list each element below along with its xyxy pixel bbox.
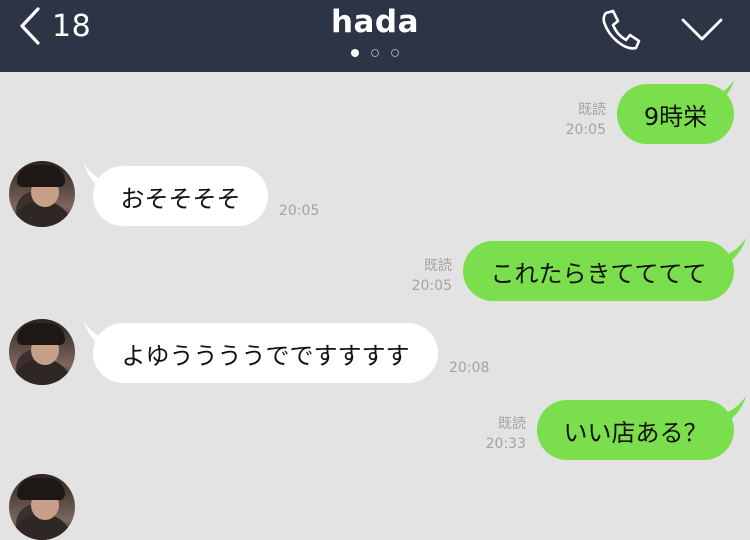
avatar[interactable] [9,474,75,540]
message-time: 20:08 [449,360,490,376]
message-time: 20:05 [565,122,606,138]
message-time: 20:05 [411,278,452,294]
page-indicator [351,49,399,57]
message-meta: 既読 20:05 [386,256,452,296]
read-receipt: 既読 [578,102,606,118]
read-receipt: 既読 [498,416,526,432]
menu-toggle-button[interactable] [680,15,724,49]
message-meta: 既読 20:33 [460,414,526,454]
read-receipt: 既読 [424,258,452,274]
avatar[interactable] [9,319,75,385]
message-bubble[interactable]: よゆううううでですすすす [93,323,438,383]
message-text: これたらきてててて [490,259,707,288]
message-bubble[interactable]: 9時栄 [617,84,734,144]
page-dot-1 [351,49,359,57]
message-text: 9時栄 [643,102,708,131]
message-bubble[interactable]: いい店ある？ [537,400,734,460]
message-time: 20:05 [279,203,320,219]
phone-icon [602,9,641,50]
message-bubble[interactable]: おそそそそ [93,166,268,226]
chat-header: 18 hada [0,0,750,72]
message-bubble[interactable]: これたらきてててて [463,241,734,301]
chevron-down-icon [681,18,723,41]
message-text: いい店ある？ [563,418,708,447]
message-time: 20:33 [485,436,526,452]
call-button[interactable] [598,8,642,54]
page-dot-2 [371,49,379,57]
message-text: おそそそそ [120,184,241,213]
page-dot-3 [391,49,399,57]
message-text: よゆううううでですすすす [121,341,410,370]
avatar[interactable] [9,161,75,227]
message-meta: 既読 20:05 [540,100,606,140]
